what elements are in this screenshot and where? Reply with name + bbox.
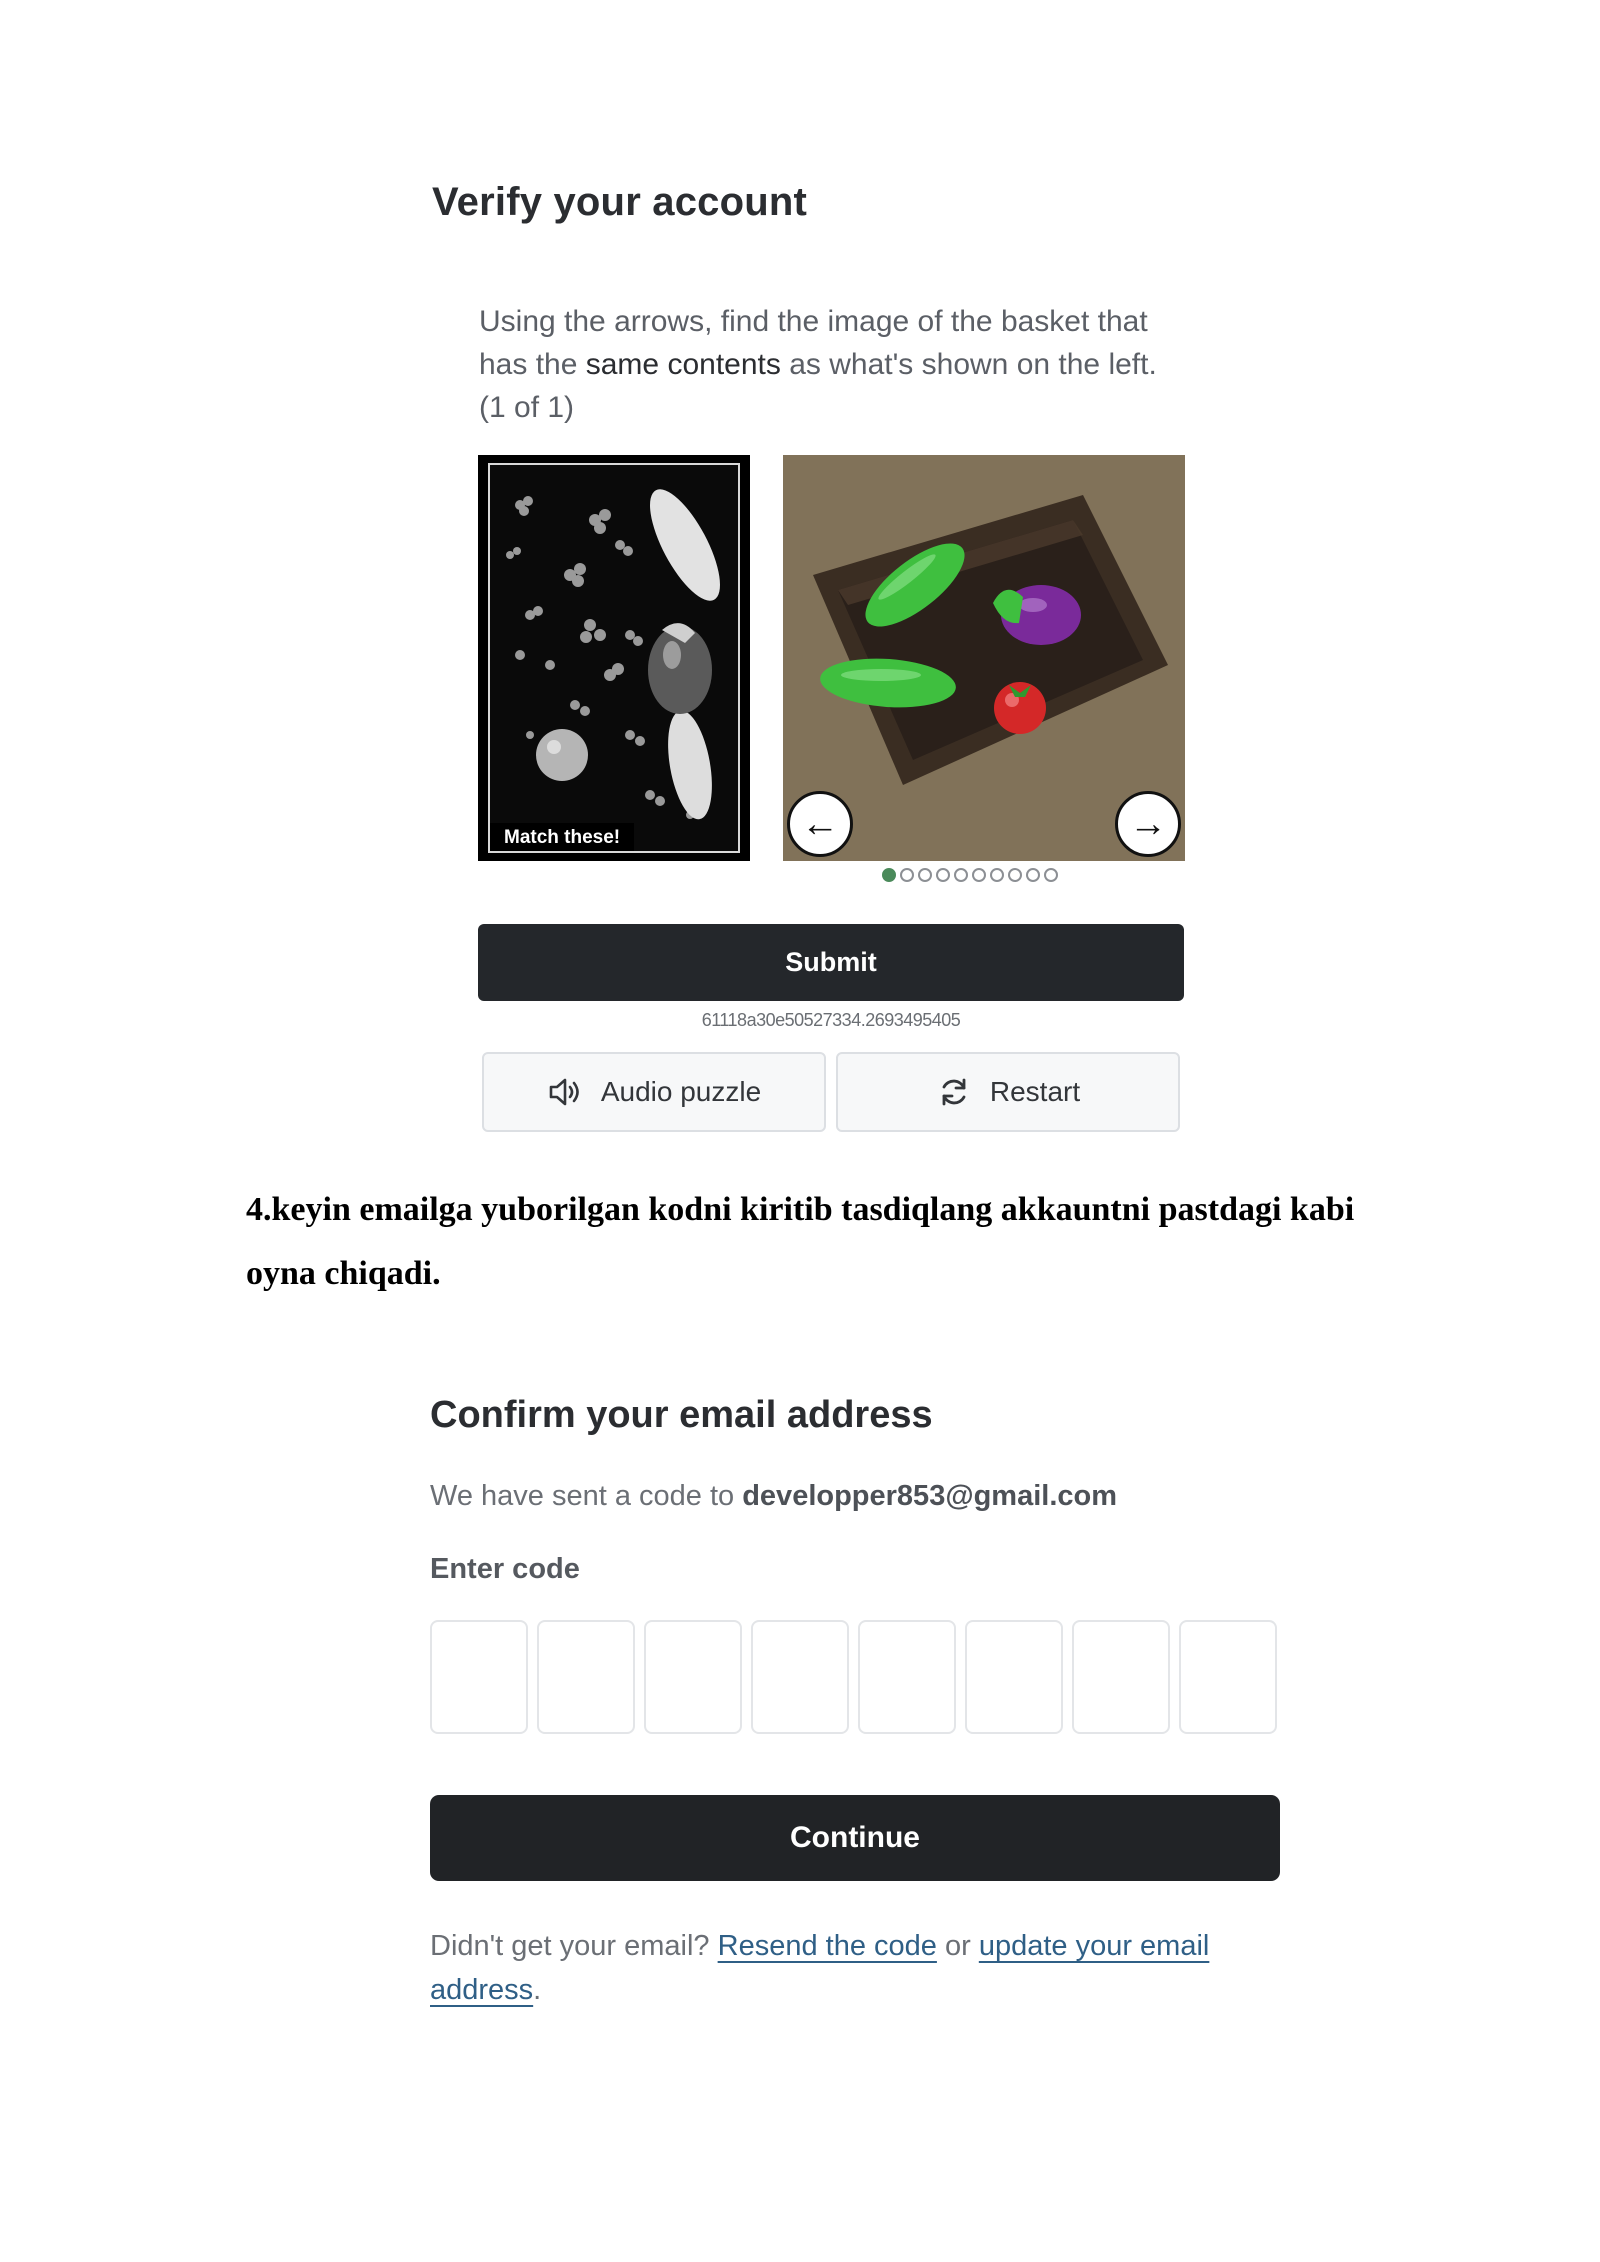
reference-image: Match these! (478, 455, 750, 861)
code-digit-input[interactable] (644, 1620, 742, 1734)
match-these-label: Match these! (490, 823, 635, 851)
code-input-group (430, 1620, 1277, 1734)
speaker-icon (547, 1074, 583, 1110)
resend-code-link[interactable]: Resend the code (718, 1930, 937, 1962)
refresh-icon (936, 1074, 972, 1110)
enter-code-label: Enter code (430, 1553, 580, 1585)
code-sent-prefix: We have sent a code to (430, 1480, 743, 1512)
code-digit-input[interactable] (1072, 1620, 1170, 1734)
session-id: 61118a30e50527334.2693495405 (701, 1010, 961, 1030)
code-digit-input[interactable] (1179, 1620, 1277, 1734)
reference-image-frame: Match these! (488, 463, 740, 853)
continue-button[interactable]: Continue (430, 1795, 1280, 1881)
audio-puzzle-label: Audio puzzle (600, 1076, 762, 1107)
restart-button[interactable]: Restart (836, 1052, 1180, 1132)
period-text: . (533, 1974, 542, 2006)
arrow-left-icon[interactable]: ← (787, 791, 853, 857)
carousel-dot (900, 868, 914, 882)
resend-prefix: Didn't get your email? (430, 1930, 718, 1962)
restart-label: Restart (989, 1076, 1081, 1107)
arrow-right-icon[interactable]: → (1115, 791, 1181, 857)
reference-vegetables-image (490, 465, 738, 851)
puzzle-progress: (1 of 1) (479, 391, 575, 424)
instruction-paragraph: 4.keyin emailga yuborilgan kodni kiritib… (246, 1191, 1355, 1292)
carousel-dot (990, 868, 1004, 882)
email-address: developper853@gmail.com (742, 1480, 1118, 1512)
carousel-dot (1026, 868, 1040, 882)
verify-title: Verify your account (432, 180, 808, 224)
carousel-dots (882, 868, 1058, 882)
code-digit-input[interactable] (430, 1620, 528, 1734)
carousel-dot (918, 868, 932, 882)
or-text: or (936, 1930, 979, 1962)
confirm-email-title: Confirm your email address (430, 1394, 933, 1436)
code-digit-input[interactable] (751, 1620, 849, 1734)
carousel-dot (936, 868, 950, 882)
carousel-dot (972, 868, 986, 882)
audio-puzzle-button[interactable]: Audio puzzle (482, 1052, 826, 1132)
carousel-dot (882, 868, 896, 882)
code-sent-message: We have sent a code to developper853@gma… (430, 1480, 1117, 1513)
submit-button[interactable]: Submit (478, 924, 1184, 1001)
code-digit-input[interactable] (537, 1620, 635, 1734)
resend-message: Didn't get your email? Resend the code o… (430, 1924, 1290, 2012)
puzzle-instructions: Using the arrows, find the image of the … (479, 300, 1199, 429)
code-digit-input[interactable] (858, 1620, 956, 1734)
code-digit-input[interactable] (965, 1620, 1063, 1734)
carousel-dot (1008, 868, 1022, 882)
instruction-text-end: as what's shown on the left. (780, 348, 1157, 381)
instruction-emphasis: same contents (585, 348, 781, 381)
carousel-dot (1044, 868, 1058, 882)
carousel-dot (954, 868, 968, 882)
basket-image: ← → (783, 455, 1185, 861)
